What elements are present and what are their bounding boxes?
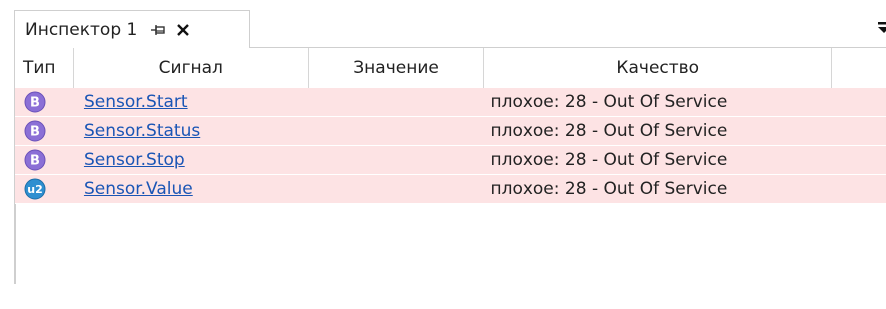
quality-cell: плохое: 28 - Out Of Service — [490, 179, 728, 199]
close-icon[interactable] — [173, 20, 193, 40]
signal-cell: Sensor.Value — [74, 175, 309, 204]
window-menu-icon[interactable] — [876, 20, 886, 34]
value-cell — [309, 146, 485, 175]
column-header-value[interactable]: Значение — [308, 48, 485, 88]
grid-empty-area — [15, 204, 886, 284]
column-header-quality[interactable]: Качество — [484, 48, 833, 88]
svg-text:B: B — [30, 154, 40, 169]
type-cell: u2 — [15, 175, 74, 204]
svg-text:B: B — [30, 125, 40, 140]
type-cell: B — [15, 117, 74, 146]
quality-cell: плохое: 28 - Out Of Service — [490, 92, 728, 112]
boolean-type-icon: B — [24, 120, 46, 142]
inspector-window: Инспектор 1 Тип Сигнал Значение Качество… — [0, 0, 886, 309]
value-cell — [309, 88, 485, 117]
signal-link[interactable]: Sensor.Start — [84, 92, 188, 112]
tab-inspector-1[interactable]: Инспектор 1 — [14, 10, 250, 48]
column-header-type[interactable]: Тип — [15, 48, 74, 88]
tab-label: Инспектор 1 — [25, 19, 138, 40]
signals-grid: Тип Сигнал Значение Качество B Sensor.St… — [14, 48, 886, 284]
filler-cell — [832, 88, 886, 117]
table-row[interactable]: B Sensor.Stop плохое: 28 - Out Of Servic… — [15, 146, 886, 175]
signal-cell: Sensor.Stop — [74, 146, 309, 175]
table-row[interactable]: B Sensor.Start плохое: 28 - Out Of Servi… — [15, 88, 886, 117]
value-cell — [309, 175, 485, 204]
pin-icon[interactable] — [149, 21, 167, 39]
signal-cell: Sensor.Status — [74, 117, 309, 146]
uint2-type-icon: u2 — [24, 178, 46, 200]
table-row[interactable]: u2 Sensor.Value плохое: 28 - Out Of Serv… — [15, 175, 886, 204]
tab-strip: Инспектор 1 — [0, 0, 886, 48]
signal-link[interactable]: Sensor.Stop — [84, 150, 185, 170]
filler-cell — [832, 117, 886, 146]
filler-cell — [832, 175, 886, 204]
type-cell: B — [15, 88, 74, 117]
column-header-filler — [832, 48, 886, 88]
boolean-type-icon: B — [24, 91, 46, 113]
grid-rows: B Sensor.Start плохое: 28 - Out Of Servi… — [14, 88, 886, 284]
quality-cell: плохое: 28 - Out Of Service — [490, 121, 728, 141]
signal-link[interactable]: Sensor.Value — [84, 179, 193, 199]
signal-link[interactable]: Sensor.Status — [84, 121, 200, 141]
column-header-signal[interactable]: Сигнал — [73, 48, 309, 88]
quality-cell: плохое: 28 - Out Of Service — [490, 150, 728, 170]
filler-cell — [832, 146, 886, 175]
signal-cell: Sensor.Start — [74, 88, 309, 117]
type-cell: B — [15, 146, 74, 175]
boolean-type-icon: B — [24, 149, 46, 171]
value-cell — [309, 117, 485, 146]
svg-text:B: B — [30, 96, 40, 111]
grid-header: Тип Сигнал Значение Качество — [14, 48, 886, 88]
table-row[interactable]: B Sensor.Status плохое: 28 - Out Of Serv… — [15, 117, 886, 146]
svg-text:u2: u2 — [27, 183, 43, 196]
